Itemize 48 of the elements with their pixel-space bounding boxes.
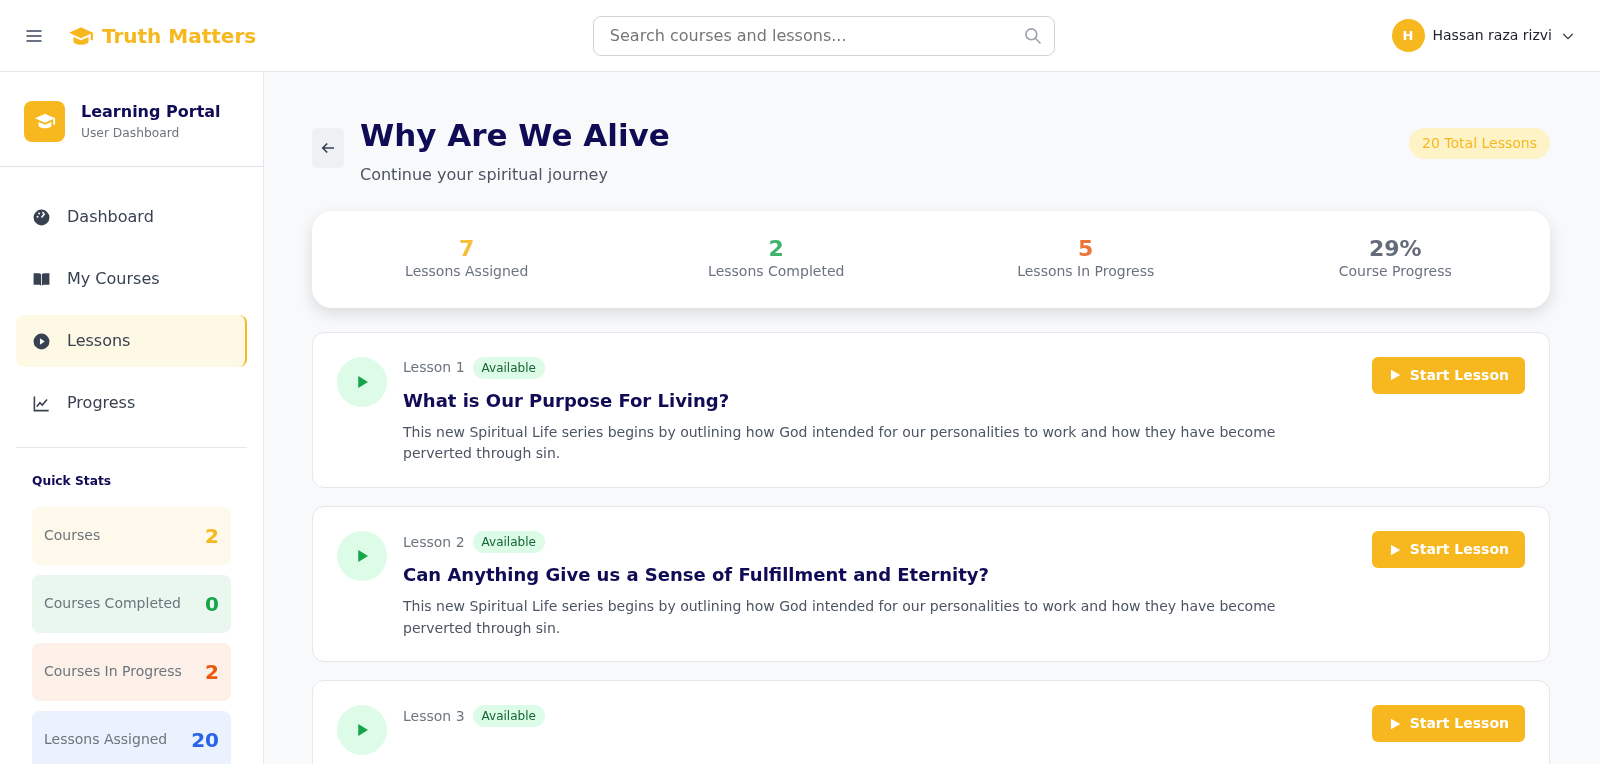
play-circle-icon	[32, 331, 51, 351]
stat-value: 29%	[1367, 236, 1423, 261]
stat-value: 2	[205, 658, 219, 686]
lesson-title: What is Our Purpose For Living?	[403, 388, 731, 413]
page-subtitle: Continue your spiritual journey	[360, 163, 609, 186]
sidebar-item[interactable]: My Courses	[16, 253, 247, 306]
sidebar-item[interactable]: Dashboard	[16, 191, 247, 244]
line-chart-icon	[32, 393, 51, 413]
user-name[interactable]: Hassan raza rizvi	[1432, 25, 1552, 46]
status-badge: Available	[472, 356, 545, 379]
portal-title: Learning Portal	[81, 101, 221, 123]
lesson-title: Can Anything Give us a Sense of Fulfillment and Eternity?	[403, 563, 991, 588]
section-heading: Quick Stats	[32, 473, 113, 491]
stat-value: 7	[458, 236, 476, 261]
stat-value: 2	[205, 522, 219, 550]
stat-label: Courses In Progress	[44, 662, 182, 682]
play-button[interactable]	[337, 705, 387, 756]
lesson-number: Lesson 2	[403, 532, 465, 552]
lesson-count-badge: 20 Total Lessons	[1409, 128, 1550, 159]
stat-value: 5	[1077, 236, 1095, 261]
stat-label: Courses Completed	[44, 594, 181, 614]
stat-value: 0	[205, 590, 219, 618]
sidebar-item[interactable]: Lessons	[16, 315, 247, 368]
search-icon	[1022, 25, 1043, 46]
page-title: Why Are We Alive	[360, 116, 670, 155]
status-badge: Available	[472, 531, 545, 554]
play-button[interactable]	[337, 531, 387, 582]
lesson-description: This new Spiritual Life series begins by outlining how God intended for our personalities to work and how they have become perverted through sin.	[403, 597, 1277, 638]
stat-label: Courses	[44, 526, 101, 546]
stat-value: 2	[767, 236, 785, 261]
back-button[interactable]	[312, 128, 344, 168]
stat-label: Lessons Assigned	[44, 730, 168, 750]
user-avatar: H	[1391, 19, 1425, 52]
status-badge: Available	[472, 705, 545, 728]
lesson-description: This new Spiritual Life series begins by outlining how God intended for our personalities to work and how they have become perverted through sin.	[403, 422, 1277, 464]
stat-value: 20	[191, 726, 219, 754]
gauge-icon	[32, 207, 51, 227]
search-field[interactable]: Search courses and lessons...	[592, 15, 1055, 56]
stat-label: Lessons Completed	[707, 261, 846, 281]
sidebar-item[interactable]: Progress	[16, 377, 247, 430]
portal-subtitle: User Dashboard	[81, 125, 181, 142]
play-button[interactable]	[337, 356, 387, 407]
lesson-number: Lesson 3	[403, 706, 465, 726]
brand-name: Truth Matters	[102, 22, 257, 50]
stat-label: Lessons Assigned	[404, 261, 530, 281]
stat-label: Course Progress	[1337, 261, 1453, 281]
stat-label: Lessons In Progress	[1016, 261, 1156, 281]
lesson-number: Lesson 1	[403, 358, 465, 378]
